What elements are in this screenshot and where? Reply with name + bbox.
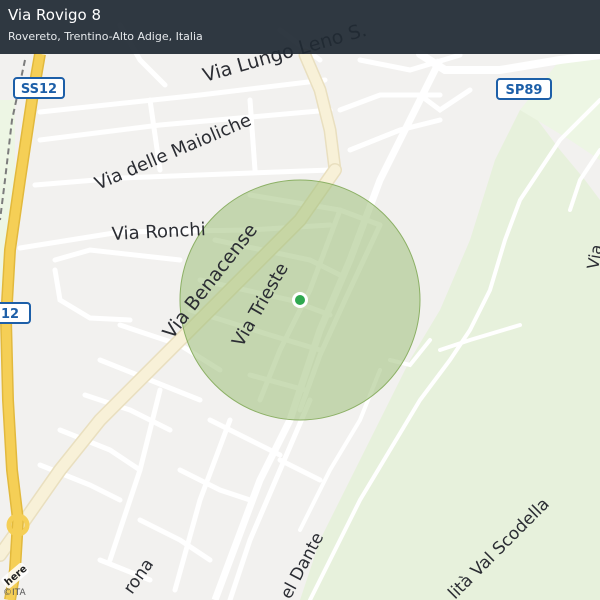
svg-text:SS12: SS12 xyxy=(21,82,57,97)
location-title: Via Rovigo 8 xyxy=(8,6,102,24)
map-canvas[interactable]: Via Lungo Leno S. Via delle Maioliche Vi… xyxy=(0,0,600,600)
shield-sp89: SP89 xyxy=(496,78,552,100)
location-subtitle: Rovereto, Trentino-Alto Adige, Italia xyxy=(8,30,203,43)
svg-text:SP89: SP89 xyxy=(506,83,543,98)
location-header: Via Rovigo 8 Rovereto, Trentino-Alto Adi… xyxy=(0,0,600,54)
shield-ss12-left: 12 xyxy=(0,302,31,324)
location-dot-icon[interactable] xyxy=(295,295,305,305)
shield-ss12-top: SS12 xyxy=(13,77,65,99)
svg-text:12: 12 xyxy=(1,307,19,322)
copyright-text: ©ITA xyxy=(3,588,26,598)
